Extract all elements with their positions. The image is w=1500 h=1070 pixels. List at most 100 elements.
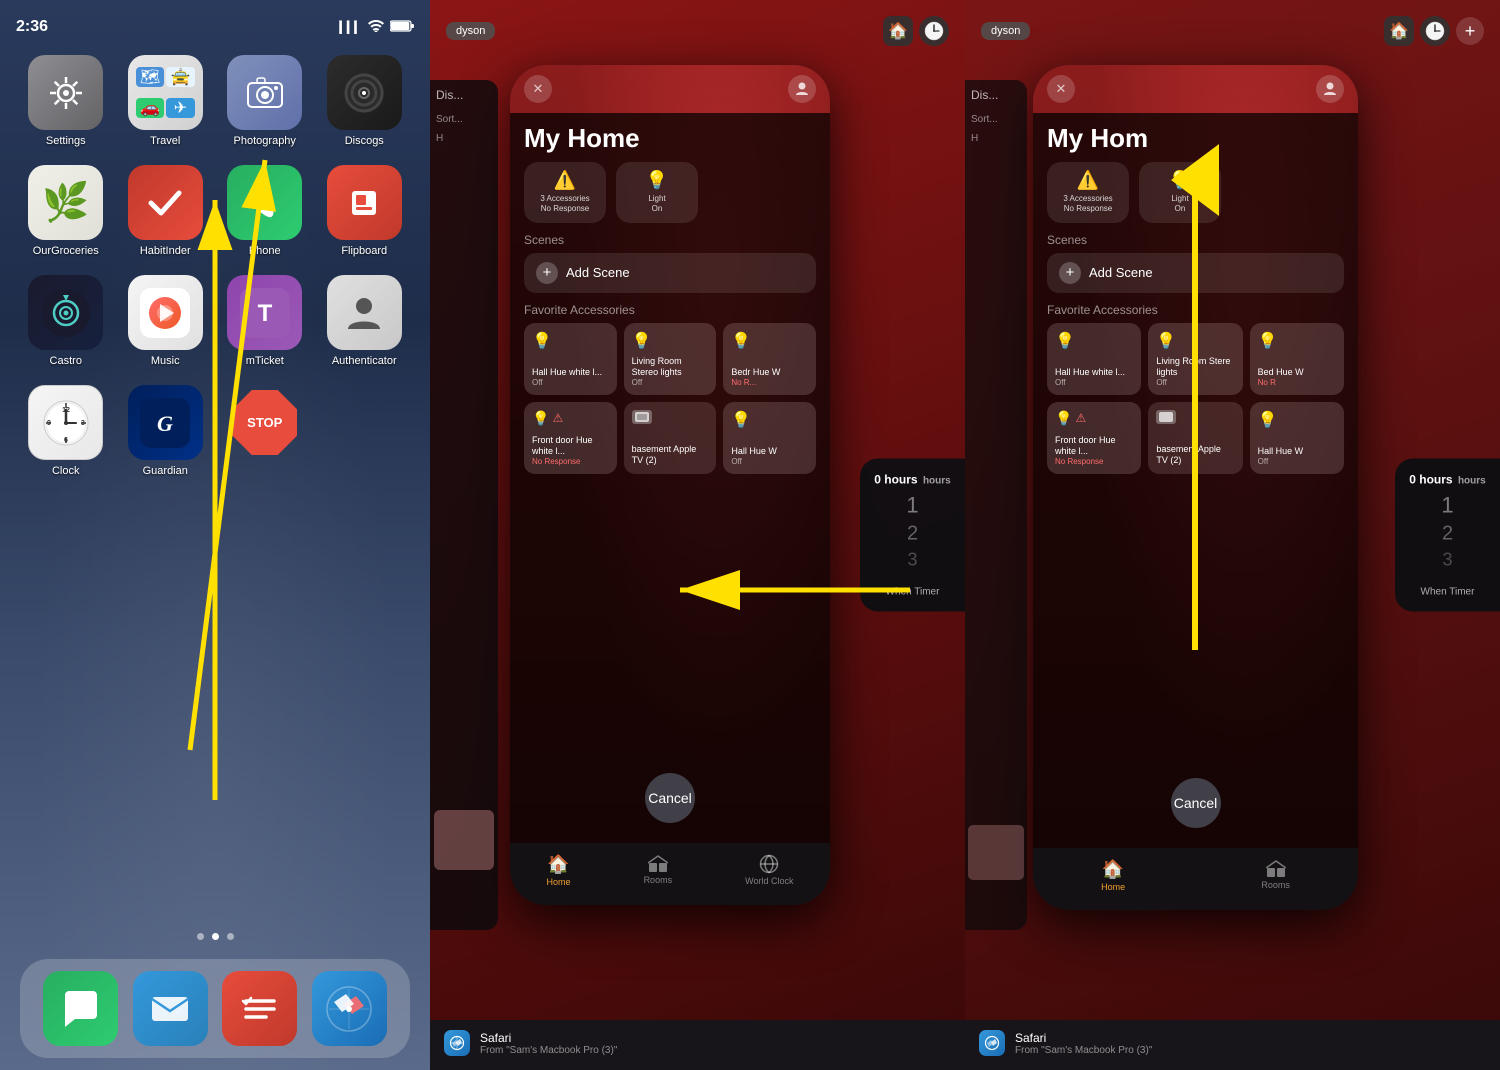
panel3-tile-hall[interactable]: 💡 Hall Hue white l... Off [1047,323,1141,395]
castro-icon[interactable] [28,275,103,350]
accessories-grid: 💡 Hall Hue white l... Off 💡 Living Room … [510,323,830,474]
tile-bed[interactable]: 💡 Bedr Hue W No R... [723,323,816,395]
safari-text-block: Safari From "Sam's Macbook Pro (3)" [480,1031,617,1056]
panel3-left-strip: Dis... Sort... H [965,80,1027,930]
app-item-settings[interactable]: Settings [20,55,112,147]
travel-icon[interactable]: 🗺 🚖 🚗 ✈ [128,55,203,130]
dock-todoist[interactable] [222,971,297,1046]
panel3-badge-1[interactable]: ⚠️ 3 AccessoriesNo Response [1047,162,1129,223]
stop-text: STOP [247,415,282,430]
app-item-photography[interactable]: Photography [219,55,311,147]
app-item-music[interactable]: Music [120,275,212,367]
panel3-safari-bar[interactable]: Safari From "Sam's Macbook Pro (3)" [965,1020,1500,1070]
mticket-icon[interactable]: T [227,275,302,350]
tile-hall2-name: Hall Hue W [731,446,808,457]
settings-icon[interactable] [28,55,103,130]
timer-hours-label: 0 hours hours [874,473,950,487]
panel3-badge-2[interactable]: 💡 LightOn [1139,162,1221,223]
app-item-phone[interactable]: Phone [219,165,311,257]
panel3-cancel-button[interactable]: Cancel [1171,778,1221,828]
tile-living[interactable]: 💡 Living Room Stereo lights Off [624,323,717,395]
discogs-icon[interactable] [327,55,402,130]
groceries-label: OurGroceries [33,245,99,257]
groceries-icon[interactable]: 🌿 [28,165,103,240]
panel3-close-btn[interactable]: ✕ [1047,75,1075,103]
cancel-button[interactable]: Cancel [645,773,695,823]
add-scene-btn[interactable]: + Add Scene [524,253,816,293]
flipboard-icon[interactable] [327,165,402,240]
app-item-discogs[interactable]: Discogs [319,55,411,147]
messages-dock-icon[interactable] [43,971,118,1046]
tile-hall[interactable]: 💡 Hall Hue white l... Off [524,323,617,395]
tab-worldclock-label: World Clock [745,876,793,886]
app-item-guardian[interactable]: G Guardian [120,385,212,477]
guardian-icon[interactable]: G [128,385,203,460]
panel3-tab-home[interactable]: 🏠 Home [1101,859,1125,892]
app-item-habitinder[interactable]: HabitInder [120,165,212,257]
dot-2[interactable] [212,933,219,940]
tile-basement-info: basement Apple TV (2) [632,444,709,466]
dock-messages[interactable] [43,971,118,1046]
panel3-tile-front[interactable]: 💡 ⚠ Front door Hue white l... No Respons… [1047,402,1141,474]
panel3-tile-basement[interactable]: basement Apple TV (2) [1148,402,1242,474]
tab-home-icon: 🏠 [547,854,569,875]
panel2-app-icons: 🏠 [883,16,949,46]
app-item-clock[interactable]: 12 3 6 9 Clock [20,385,112,477]
tab-rooms[interactable]: Rooms [644,855,673,885]
battery-icon [390,20,414,35]
app-item-flipboard[interactable]: Flipboard [319,165,411,257]
close-x-btn[interactable]: ✕ [524,75,552,103]
person-icon[interactable] [788,75,816,103]
home-app-badge: 🏠 [883,16,913,46]
panel3-favorites-label: Favorite Accessories [1033,301,1358,323]
dock-mail[interactable] [133,971,208,1046]
svg-text:9: 9 [47,420,51,427]
panel3-home-frame: ✕ My Hom ⚠️ 3 AccessoriesNo Response 💡 [1033,65,1358,910]
dot-1[interactable] [197,933,204,940]
panel-multitask: dyson 🏠 Dis... Sort... H [430,0,965,1070]
tile-hall2[interactable]: 💡 Hall Hue W Off [723,402,816,474]
mail-dock-icon[interactable] [133,971,208,1046]
panel3-plus-btn[interactable]: + [1456,17,1484,45]
safari-bar[interactable]: Safari From "Sam's Macbook Pro (3)" [430,1020,965,1070]
app-item-castro[interactable]: Castro [20,275,112,367]
panel3-accessories-grid: 💡 Hall Hue white l... Off 💡 Living Room … [1033,323,1358,474]
clock-icon[interactable]: 12 3 6 9 [28,385,103,460]
todoist-dock-icon[interactable] [222,971,297,1046]
tile-basement[interactable]: basement Apple TV (2) [624,402,717,474]
app-item-authenticator[interactable]: Authenticator [319,275,411,367]
hours-suffix: hours [923,476,951,487]
authenticator-icon[interactable] [327,275,402,350]
photography-icon[interactable] [227,55,302,130]
app-item-groceries[interactable]: 🌿 OurGroceries [20,165,112,257]
dot-3[interactable] [227,933,234,940]
tab-world-clock[interactable]: World Clock [745,854,793,886]
panel3-tile-bed[interactable]: 💡 Bed Hue W No R [1250,323,1344,395]
panel3-tab-rooms[interactable]: Rooms [1261,860,1290,890]
music-icon[interactable] [128,275,203,350]
panel3-add-scene-btn[interactable]: + Add Scene [1047,253,1344,293]
tile-hall-status: Off [532,378,609,387]
add-scene-label: Add Scene [566,265,630,280]
tile-front[interactable]: 💡 ⚠ Front door Hue white l... No Respons… [524,402,617,474]
app-item-travel[interactable]: 🗺 🚖 🚗 ✈ Travel [120,55,212,147]
panel3-person-icon[interactable] [1316,75,1344,103]
panel3-tile-hall2[interactable]: 💡 Hall Hue W Off [1250,402,1344,474]
accessory-1-icon: ⚠️ [554,170,576,191]
settings-label: Settings [46,135,86,147]
app-item-empty [319,385,411,477]
accessory-badge-1[interactable]: ⚠️ 3 AccessoriesNo Response [524,162,606,223]
phone-icon[interactable] [227,165,302,240]
tile-hall-info: Hall Hue white l... Off [532,367,609,387]
tab-home[interactable]: 🏠 Home [547,854,571,887]
tile-bed-icon: 💡 [731,331,808,351]
dock-safari[interactable] [312,971,387,1046]
safari-dock-icon[interactable] [312,971,387,1046]
app-item-mticket[interactable]: T mTicket [219,275,311,367]
panel3-tile-living[interactable]: 💡 Living Room Stere lights Off [1148,323,1242,395]
accessory-badge-2[interactable]: 💡 LightOn [616,162,698,223]
panel3-left-strip-dis: Dis... [965,80,1027,110]
habitinder-icon[interactable] [128,165,203,240]
tile-front-status: No Response [532,457,609,466]
castro-label: Castro [50,355,82,367]
